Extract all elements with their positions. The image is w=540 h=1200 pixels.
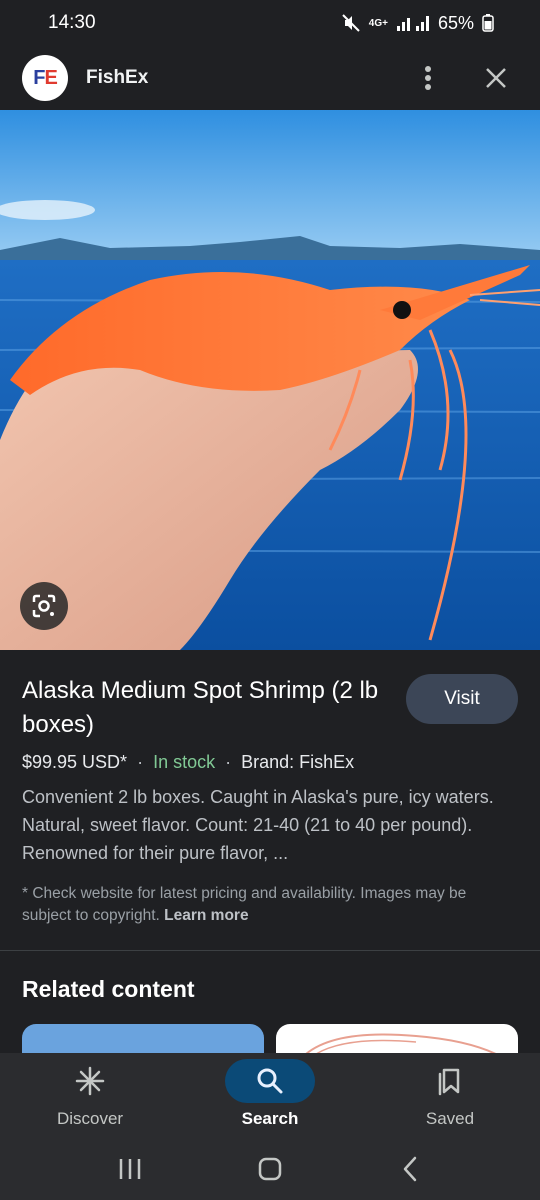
divider [0, 950, 540, 951]
more-vert-icon [425, 66, 431, 90]
search-icon [225, 1059, 315, 1103]
product-description: Convenient 2 lb boxes. Caught in Alaska'… [22, 787, 494, 863]
home-icon [258, 1157, 282, 1181]
status-bar: 14:30 4G+ 65% [0, 0, 540, 46]
price: $99.95 USD* [22, 752, 128, 772]
lens-icon [32, 594, 56, 618]
visit-button[interactable]: Visit [406, 674, 518, 724]
product-info: Alaska Medium Spot Shrimp (2 lb boxes) V… [0, 650, 540, 927]
nav-saved-label: Saved [425, 1109, 475, 1128]
bottom-navigation: Discover Search Saved [0, 1053, 540, 1138]
separator-dot: · [137, 752, 144, 772]
logo-letter-e: E [44, 66, 57, 89]
fishex-logo: FE [22, 55, 68, 101]
product-title[interactable]: Alaska Medium Spot Shrimp (2 lb boxes) [22, 674, 406, 742]
nav-search-label: Search [241, 1109, 299, 1128]
nav-saved[interactable]: Saved [360, 1053, 540, 1138]
nav-discover-label: Discover [56, 1109, 124, 1128]
status-time: 14:30 [48, 12, 96, 33]
recent-apps-button[interactable] [100, 1144, 160, 1194]
nav-search[interactable]: Search [180, 1053, 360, 1138]
close-button[interactable] [474, 56, 518, 100]
more-options-button[interactable] [406, 56, 450, 100]
product-image[interactable] [0, 110, 540, 650]
back-chevron-icon [403, 1156, 417, 1182]
google-lens-button[interactable] [20, 582, 68, 630]
site-name[interactable]: FishEx [86, 67, 148, 89]
brand: Brand: FishEx [241, 752, 355, 772]
battery-percent: 65% [437, 12, 474, 33]
separator-dot: · [225, 752, 232, 772]
close-icon [486, 68, 506, 88]
title-row: Alaska Medium Spot Shrimp (2 lb boxes) V… [22, 674, 518, 742]
nav-discover[interactable]: Discover [0, 1053, 180, 1138]
home-button[interactable] [240, 1144, 300, 1194]
product-meta: $99.95 USD* · In stock · Brand: FishEx [22, 752, 518, 773]
related-content-heading: Related content [22, 976, 195, 1002]
battery-icon [482, 14, 494, 32]
mute-icon [341, 13, 361, 33]
status-icons: 4G+ 65% [341, 13, 494, 34]
pricing-disclaimer: * Check website for latest pricing and a… [22, 883, 518, 927]
signal-icon [396, 14, 430, 32]
logo-letter-f: F [33, 66, 45, 89]
shrimp-photo [0, 110, 540, 650]
discover-asterisk-icon [45, 1059, 135, 1103]
app-header: FE FishEx [0, 46, 540, 110]
system-navigation-bar [0, 1138, 540, 1200]
back-button[interactable] [380, 1144, 440, 1194]
recent-apps-icon [119, 1159, 141, 1179]
stock-status: In stock [153, 752, 216, 772]
learn-more-link[interactable]: Learn more [164, 907, 248, 924]
network-type-label: 4G+ [368, 17, 388, 29]
saved-bookmarks-icon [405, 1059, 495, 1103]
